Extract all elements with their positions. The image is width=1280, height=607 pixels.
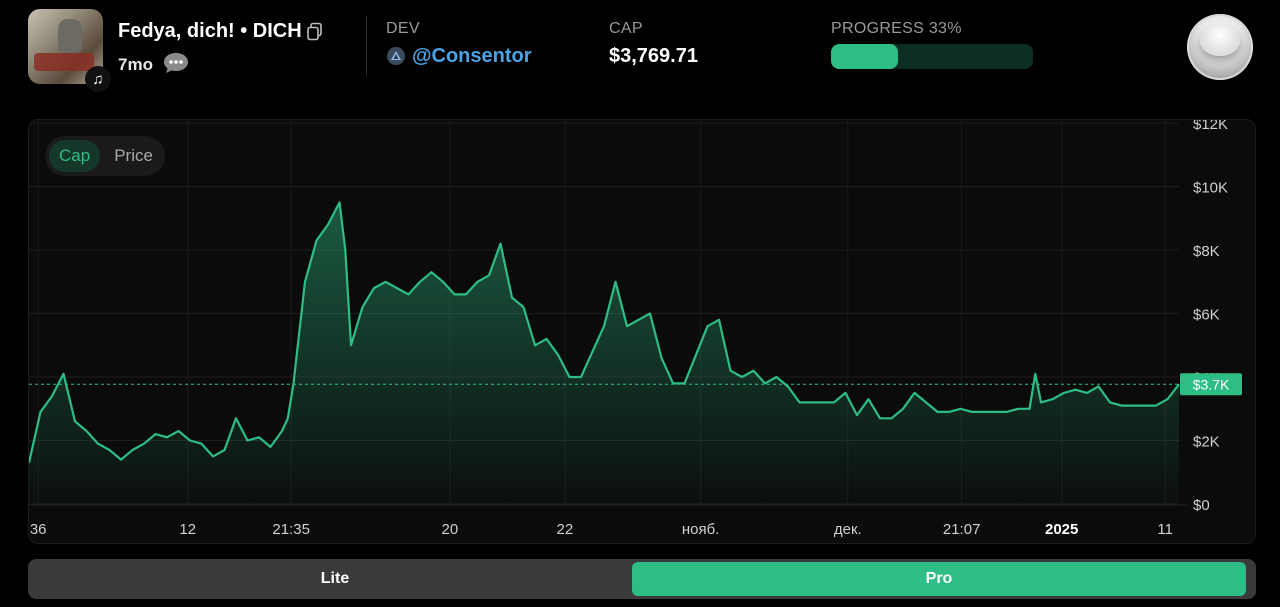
- progress-fill: [831, 44, 898, 69]
- chart-panel: $12K$10K$8K$6K$4K$2K$0361221:352022нояб.…: [28, 119, 1256, 544]
- y-tick-label: $2K: [1193, 434, 1220, 451]
- x-tick-label: нояб.: [682, 521, 720, 538]
- x-tick-label: 11: [1157, 521, 1173, 538]
- progress-label: PROGRESS 33%: [831, 20, 962, 37]
- area-fill: [29, 202, 1179, 504]
- mode-switch: Lite Pro: [28, 559, 1256, 599]
- y-tick-label: $8K: [1193, 243, 1220, 260]
- market-cap-chart[interactable]: $12K$10K$8K$6K$4K$2K$0361221:352022нояб.…: [29, 120, 1256, 544]
- cap-label: CAP: [609, 20, 643, 37]
- lite-mode-button[interactable]: Lite: [31, 562, 639, 596]
- music-note-icon[interactable]: ♫: [85, 66, 111, 92]
- header-divider: [366, 16, 367, 76]
- x-tick-label: 21:07: [943, 521, 981, 538]
- token-age: 7mo: [118, 55, 153, 74]
- token-header: ♫ Fedya, dich! • DICH 7mo DEV @Consentor…: [0, 0, 1280, 110]
- action-toggle-button[interactable]: [1187, 14, 1253, 80]
- pro-mode-button[interactable]: Pro: [632, 562, 1246, 596]
- y-tick-label: $6K: [1193, 307, 1220, 324]
- y-tick-label: $0: [1193, 497, 1210, 514]
- x-tick-label: 12: [179, 521, 196, 538]
- dev-avatar-icon: [387, 47, 405, 65]
- x-tick-label: дек.: [834, 521, 862, 538]
- x-tick-label: 22: [557, 521, 574, 538]
- copy-icon[interactable]: [306, 22, 324, 42]
- x-tick-label: 36: [30, 521, 47, 538]
- x-tick-label: 21:35: [272, 521, 310, 538]
- tab-cap[interactable]: Cap: [49, 140, 101, 172]
- cap-price-toggle: Cap Price: [45, 136, 165, 176]
- tab-price[interactable]: Price: [104, 140, 163, 172]
- x-tick-label: 2025: [1045, 521, 1078, 538]
- dev-link[interactable]: @Consentor: [412, 45, 532, 68]
- current-value-label: $3.7K: [1193, 376, 1230, 392]
- y-tick-label: $12K: [1193, 120, 1228, 133]
- cap-value: $3,769.71: [609, 45, 698, 67]
- dev-label: DEV: [386, 20, 420, 37]
- progress-bar: [831, 44, 1033, 69]
- chat-icon[interactable]: [163, 51, 189, 75]
- token-title: Fedya, dich! • DICH: [118, 20, 302, 42]
- x-tick-label: 20: [442, 521, 459, 538]
- y-tick-label: $10K: [1193, 180, 1228, 197]
